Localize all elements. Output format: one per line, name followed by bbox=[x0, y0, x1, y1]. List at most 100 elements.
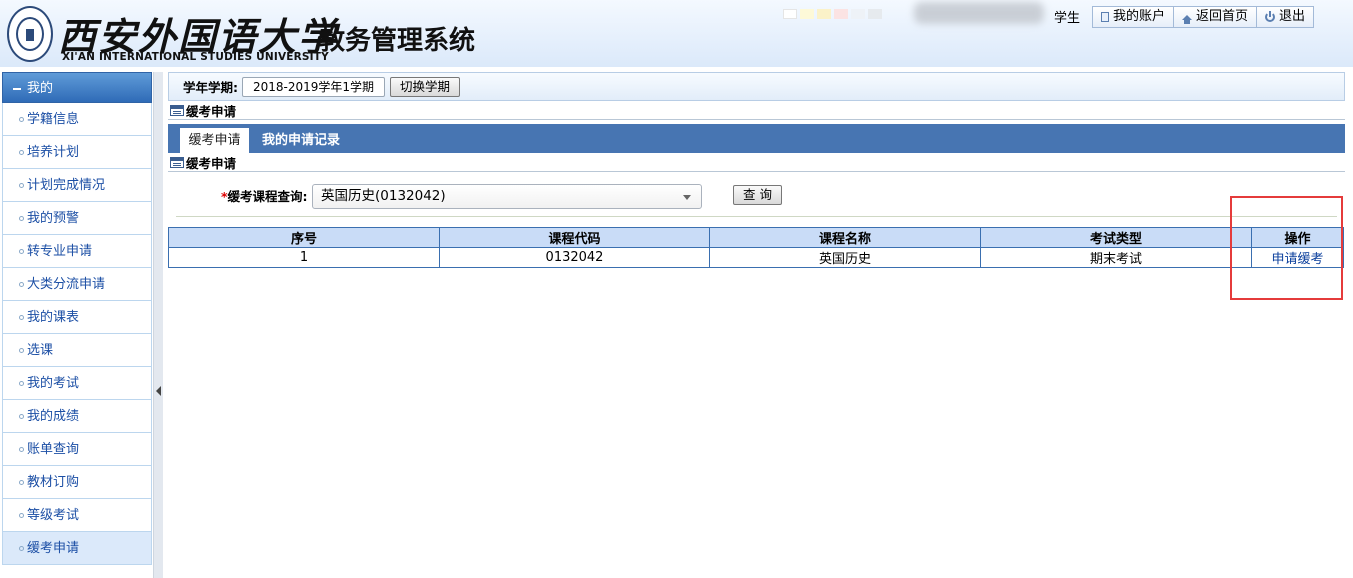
sidebar: 我的 学籍信息 培养计划 计划完成情况 我的预警 转专业申请 大类分流申请 我的… bbox=[2, 72, 152, 578]
collapse-arrow-icon[interactable] bbox=[156, 386, 161, 396]
highlight-annotation-box bbox=[1230, 196, 1343, 300]
query-row: *缓考课程查询: 英国历史(0132042) 查 询 bbox=[168, 172, 1345, 216]
my-account-label: 我的账户 bbox=[1113, 9, 1166, 24]
theme-swatch[interactable] bbox=[851, 9, 865, 19]
bullet-icon bbox=[19, 513, 24, 518]
sidebar-item-student-status[interactable]: 学籍信息 bbox=[2, 103, 152, 136]
sidebar-item-label: 缓考申请 bbox=[27, 541, 80, 556]
query-label-text: 缓考课程查询: bbox=[227, 189, 308, 204]
sidebar-item-plan-progress[interactable]: 计划完成情况 bbox=[2, 169, 152, 202]
bullet-icon bbox=[19, 315, 24, 320]
column-header-code: 课程代码 bbox=[439, 227, 710, 248]
theme-swatch[interactable] bbox=[834, 9, 848, 19]
my-account-button[interactable]: 我的账户 bbox=[1092, 6, 1175, 28]
top-links: 我的账户 返回首页 退出 bbox=[1092, 6, 1315, 28]
cell-exam-type: 期末考试 bbox=[980, 247, 1252, 268]
window-icon bbox=[170, 156, 184, 168]
divider bbox=[176, 216, 1337, 217]
sidebar-item-label: 我的预警 bbox=[27, 211, 80, 226]
theme-swatch[interactable] bbox=[800, 9, 814, 19]
theme-swatches bbox=[783, 9, 882, 19]
bullet-icon bbox=[19, 381, 24, 386]
page-title-text: 缓考申请 bbox=[186, 103, 237, 119]
user-role: 学生 bbox=[1054, 11, 1081, 26]
theme-swatch[interactable] bbox=[783, 9, 797, 19]
course-table: 序号 课程代码 课程名称 考试类型 操作 1 0132042 英国历史 期末考试… bbox=[168, 227, 1344, 268]
bullet-icon bbox=[19, 183, 24, 188]
sidebar-item-textbooks[interactable]: 教材订购 bbox=[2, 466, 152, 499]
cell-index: 1 bbox=[168, 247, 440, 268]
system-title: 教务管理系统 bbox=[319, 26, 476, 56]
bullet-icon bbox=[19, 414, 24, 419]
sidebar-item-grades[interactable]: 我的成绩 bbox=[2, 400, 152, 433]
page-title: 缓考申请 bbox=[168, 101, 1345, 120]
tab-deferral-apply[interactable]: 缓考申请 bbox=[180, 128, 249, 153]
bullet-icon bbox=[19, 480, 24, 485]
sidebar-item-course-selection[interactable]: 选课 bbox=[2, 334, 152, 367]
term-bar: 学年学期: 2018-2019学年1学期 切换学期 bbox=[168, 72, 1345, 101]
main-content: 学年学期: 2018-2019学年1学期 切换学期 缓考申请 缓考申请 我的申请… bbox=[168, 72, 1345, 268]
sidebar-item-label: 计划完成情况 bbox=[27, 178, 106, 193]
section-title: 缓考申请 bbox=[168, 153, 1345, 172]
sidebar-item-label: 培养计划 bbox=[27, 145, 80, 160]
table-header-row: 序号 课程代码 课程名称 考试类型 操作 bbox=[168, 227, 1344, 248]
sidebar-item-label: 我的考试 bbox=[27, 376, 80, 391]
account-icon bbox=[1101, 12, 1109, 22]
power-icon bbox=[1265, 11, 1276, 22]
term-select[interactable]: 2018-2019学年1学期 bbox=[242, 76, 386, 97]
query-button[interactable]: 查 询 bbox=[733, 185, 782, 205]
sidebar-item-label: 转专业申请 bbox=[27, 244, 93, 259]
logout-button[interactable]: 退出 bbox=[1256, 6, 1315, 28]
query-label: *缓考课程查询: bbox=[221, 186, 308, 205]
university-emblem-icon bbox=[7, 6, 53, 62]
switch-term-button[interactable]: 切换学期 bbox=[390, 76, 461, 97]
window-icon bbox=[170, 104, 184, 116]
sidebar-item-major-transfer[interactable]: 转专业申请 bbox=[2, 235, 152, 268]
bullet-icon bbox=[19, 117, 24, 122]
sidebar-item-level-exams[interactable]: 等级考试 bbox=[2, 499, 152, 532]
logout-label: 退出 bbox=[1279, 9, 1306, 24]
sidebar-item-label: 选课 bbox=[27, 343, 54, 358]
bullet-icon bbox=[19, 282, 24, 287]
sidebar-splitter[interactable] bbox=[153, 72, 163, 578]
sidebar-item-training-plan[interactable]: 培养计划 bbox=[2, 136, 152, 169]
section-title-text: 缓考申请 bbox=[186, 155, 237, 171]
theme-swatch[interactable] bbox=[868, 9, 882, 19]
tab-my-records[interactable]: 我的申请记录 bbox=[262, 128, 340, 153]
sidebar-header-my[interactable]: 我的 bbox=[2, 72, 152, 103]
column-header-exam-type: 考试类型 bbox=[980, 227, 1252, 248]
sidebar-header-label: 我的 bbox=[27, 81, 54, 96]
sidebar-item-warnings[interactable]: 我的预警 bbox=[2, 202, 152, 235]
bullet-icon bbox=[19, 249, 24, 254]
university-name-en: XI'AN INTERNATIONAL STUDIES UNIVERSITY bbox=[62, 51, 329, 63]
sidebar-item-exams[interactable]: 我的考试 bbox=[2, 367, 152, 400]
bullet-icon bbox=[19, 546, 24, 551]
sidebar-item-billing[interactable]: 账单查询 bbox=[2, 433, 152, 466]
app-header: 西安外国语大学 XI'AN INTERNATIONAL STUDIES UNIV… bbox=[0, 0, 1353, 67]
sidebar-item-label: 等级考试 bbox=[27, 508, 80, 523]
cell-name: 英国历史 bbox=[709, 247, 981, 268]
home-icon bbox=[1182, 14, 1193, 24]
chevron-down-icon bbox=[683, 195, 691, 200]
sidebar-item-category-stream[interactable]: 大类分流申请 bbox=[2, 268, 152, 301]
home-label: 返回首页 bbox=[1196, 9, 1249, 24]
bullet-icon bbox=[19, 150, 24, 155]
sidebar-item-label: 我的课表 bbox=[27, 310, 80, 325]
term-label: 学年学期: bbox=[183, 80, 238, 95]
bullet-icon bbox=[19, 348, 24, 353]
cell-code: 0132042 bbox=[439, 247, 710, 268]
sidebar-item-timetable[interactable]: 我的课表 bbox=[2, 301, 152, 334]
sidebar-item-label: 账单查询 bbox=[27, 442, 80, 457]
collapse-icon bbox=[13, 87, 21, 90]
sidebar-item-label: 学籍信息 bbox=[27, 112, 80, 127]
home-button[interactable]: 返回首页 bbox=[1173, 6, 1258, 28]
sidebar-item-deferral[interactable]: 缓考申请 bbox=[2, 532, 152, 565]
redacted-username bbox=[914, 2, 1044, 24]
table-row: 1 0132042 英国历史 期末考试 申请缓考 bbox=[168, 247, 1344, 268]
course-select[interactable]: 英国历史(0132042) bbox=[312, 184, 702, 209]
column-header-index: 序号 bbox=[168, 227, 440, 248]
theme-swatch[interactable] bbox=[817, 9, 831, 19]
tabs-bar: 缓考申请 我的申请记录 bbox=[168, 124, 1345, 153]
sidebar-item-label: 我的成绩 bbox=[27, 409, 80, 424]
bullet-icon bbox=[19, 447, 24, 452]
